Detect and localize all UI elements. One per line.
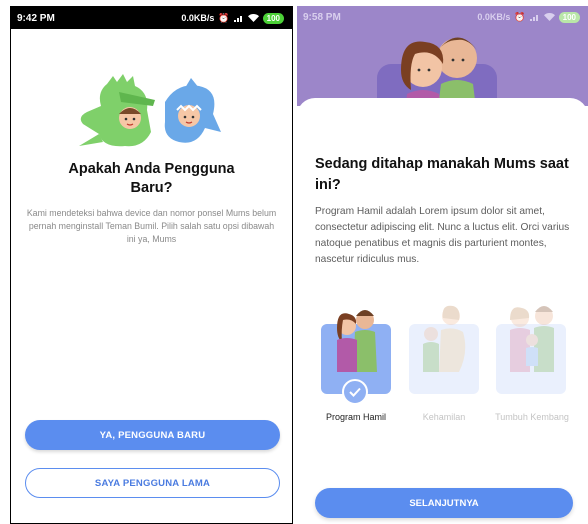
family-option-icon xyxy=(510,306,554,372)
couple-option-icon xyxy=(337,310,377,372)
option-label: Kehamilan xyxy=(422,412,466,422)
existing-user-button[interactable]: SAYA PENGGUNA LAMA xyxy=(25,468,280,498)
signal-icon xyxy=(233,16,242,22)
network-speed: 0.0KB/s xyxy=(477,12,511,22)
option-card-tumbuh-kembang[interactable] xyxy=(496,306,566,394)
battery-icon: 100 xyxy=(262,12,284,24)
option-label: Program Hamil xyxy=(325,412,386,422)
selected-check-icon xyxy=(342,379,368,405)
option-label: Tumbuh Kembang xyxy=(495,412,569,422)
alarm-icon: ⏰ xyxy=(218,12,230,23)
battery-icon: 100 xyxy=(558,11,580,23)
welcome-screen: 9:42 PM 0.0KB/s ⏰ 100 Apakah Anda Penggu… xyxy=(10,6,293,524)
wifi-icon xyxy=(543,13,555,21)
wifi-icon xyxy=(247,14,259,22)
status-time: 9:42 PM xyxy=(17,12,55,24)
welcome-description: Kami mendeteksi bahwa device dan nomor p… xyxy=(26,208,277,244)
stage-title: Sedang ditahap manakah Mums saat ini? xyxy=(315,156,569,193)
pregnancy-option-icon xyxy=(423,305,466,372)
status-time: 9:58 PM xyxy=(303,11,341,23)
next-button[interactable]: SELANJUTNYA xyxy=(315,488,573,518)
welcome-title: Apakah Anda Pengguna Baru? xyxy=(68,161,235,196)
stage-description: Program Hamil adalah Lorem ipsum dolor s… xyxy=(315,206,570,265)
dino-kids-illustration xyxy=(79,74,221,147)
option-card-kehamilan[interactable] xyxy=(409,305,479,394)
alarm-icon: ⏰ xyxy=(514,11,526,22)
network-speed: 0.0KB/s xyxy=(181,13,215,23)
signal-icon xyxy=(529,15,538,21)
status-bar: 9:58 PM 0.0KB/s ⏰ 100 xyxy=(297,6,588,28)
stage-selection-screen: 9:58 PM 0.0KB/s ⏰ 100 Sedang ditahap man… xyxy=(297,6,588,524)
status-bar: 9:42 PM 0.0KB/s ⏰ 100 xyxy=(11,7,292,29)
new-user-button[interactable]: YA, PENGGUNA BARU xyxy=(25,420,280,450)
